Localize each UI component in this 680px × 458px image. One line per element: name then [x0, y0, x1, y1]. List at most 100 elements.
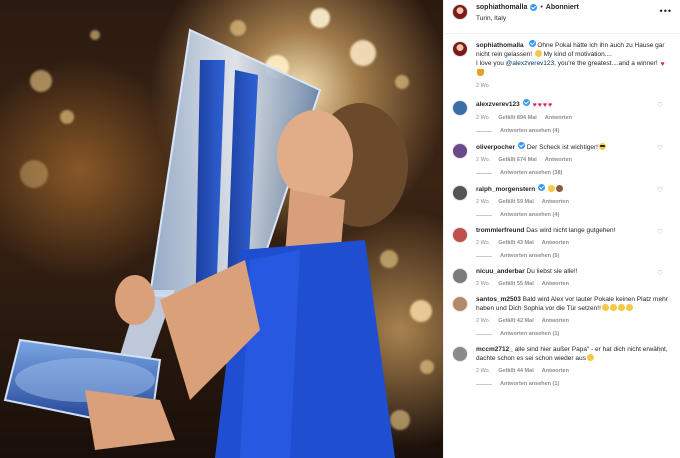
comment-username[interactable]: ralph_morgenstern [476, 186, 535, 193]
avatar[interactable] [452, 296, 468, 312]
comment-text: trommlerfreund Das wird nicht lange gutg… [476, 226, 671, 235]
like-heart-icon[interactable]: ♡ [657, 298, 664, 305]
grin-emoji-icon [534, 50, 542, 57]
reply-button[interactable]: Antworten [542, 368, 569, 374]
heart-emoji-icon: ♥ [532, 102, 537, 109]
like-heart-icon[interactable]: ♡ [657, 187, 664, 194]
caption-username[interactable]: sophiathomalla [476, 42, 524, 49]
like-heart-icon[interactable]: ♡ [657, 348, 664, 355]
caption: sophiathomalla Ohne Pokal hätte ich ihn … [452, 40, 672, 89]
comment-item: trommlerfreund Das wird nicht lange gutg… [452, 226, 672, 259]
avatar[interactable] [452, 185, 468, 201]
comment-likes-link[interactable]: Gefällt 59 Mal [498, 199, 533, 205]
comment-time[interactable]: 2 Wo. [476, 157, 490, 163]
comment-text: ralph_morgenstern [476, 184, 671, 194]
comment-likes-link[interactable]: Gefällt 674 Mal [498, 157, 537, 163]
comment-text: santos_m2503 Bald wird Alex vor lauter P… [476, 295, 671, 313]
follow-status-button[interactable]: Abonniert [546, 4, 579, 11]
comment-likes-link[interactable]: Gefällt 42 Mal [498, 318, 533, 324]
view-replies-button[interactable]: Antworten ansehen (5) [476, 253, 671, 259]
like-heart-icon[interactable]: ♡ [657, 145, 664, 152]
reply-button[interactable]: Antworten [542, 281, 569, 287]
comment-likes-link[interactable]: Gefällt 55 Mal [498, 281, 533, 287]
reply-button[interactable]: Antworten [545, 157, 572, 163]
reply-button[interactable]: Antworten [545, 115, 572, 121]
view-replies-button[interactable]: Antworten ansehen (1) [476, 381, 671, 387]
reply-button[interactable]: Antworten [542, 240, 569, 246]
comment-item: nicuu_anderbar Du liebst sie alle!! 2 Wo.… [452, 267, 672, 287]
comment-text: oliverpocher Der Scheck ist wichtiger! [476, 142, 671, 152]
avatar[interactable] [452, 4, 468, 20]
view-replies-label: Antworten ansehen (38) [500, 170, 563, 176]
comment-item: ralph_morgenstern 2 Wo. Gefällt 59 Mal Ant… [452, 184, 672, 218]
view-replies-button[interactable]: Antworten ansehen (4) [476, 128, 671, 134]
comment-username[interactable]: santos_m2503 [476, 296, 521, 303]
post-header: sophiathomalla • Abonniert Turin, Italy … [444, 0, 680, 34]
like-heart-icon[interactable]: ♡ [657, 229, 664, 236]
comment-text: alexzverev123 ♥♥♥♥ [476, 99, 671, 110]
sunglasses-emoji-icon [599, 143, 606, 150]
comment-time[interactable]: 2 Wo. [476, 281, 490, 287]
comment-likes-link[interactable]: Gefällt 894 Mal [498, 115, 537, 121]
comment-likes-link[interactable]: Gefällt 43 Mal [498, 240, 533, 246]
dot-separator: • [540, 4, 543, 11]
post-username[interactable]: sophiathomalla [476, 4, 527, 11]
comment-item: alexzverev123 ♥♥♥♥ 2 Wo. Gefällt 894 Mal An… [452, 99, 672, 134]
avatar[interactable] [452, 41, 468, 57]
comment-username[interactable]: alexzverev123 [476, 101, 520, 108]
view-replies-label: Antworten ansehen (4) [500, 212, 560, 218]
heart-emoji-icon: ♥ [542, 102, 548, 109]
replies-divider [476, 130, 492, 132]
comment-likes-link[interactable]: Gefällt 44 Mal [498, 368, 533, 374]
like-heart-icon[interactable]: ♡ [657, 270, 664, 277]
comment-username[interactable]: mccm2712_ [476, 346, 513, 353]
verified-badge-icon [528, 40, 536, 47]
reply-button[interactable]: Antworten [542, 199, 569, 205]
comment-time[interactable]: 2 Wo. [476, 199, 490, 205]
view-replies-label: Antworten ansehen (5) [500, 253, 560, 259]
comment-item: santos_m2503 Bald wird Alex vor lauter P… [452, 295, 672, 337]
avatar[interactable] [452, 268, 468, 284]
comment-thread: alexzverev123 ♥♥♥♥ 2 Wo. Gefällt 894 Mal An… [452, 99, 672, 387]
more-horizontal-icon[interactable]: ••• [660, 6, 672, 16]
view-replies-button[interactable]: Antworten ansehen (38) [476, 170, 671, 176]
smiley-emoji-icon [609, 304, 617, 311]
comment-text: nicuu_anderbar Du liebst sie alle!! [476, 267, 671, 276]
comment-username[interactable]: trommlerfreund [476, 227, 524, 234]
avatar[interactable] [452, 143, 468, 159]
comment-body: Das wird nicht lange gutgehen! [526, 227, 616, 234]
reply-button[interactable]: Antworten [542, 318, 569, 324]
replies-divider [476, 255, 492, 257]
post-photo[interactable] [0, 0, 443, 458]
caption-time[interactable]: 2 Wo. [476, 83, 490, 89]
view-replies-label: Antworten ansehen (1) [500, 381, 560, 387]
comment-time[interactable]: 2 Wo. [476, 240, 490, 246]
heart-emoji-icon: ♥ [537, 102, 542, 109]
comment-meta: 2 Wo. Gefällt 44 Mal Antworten [476, 368, 671, 374]
comment-username[interactable]: oliverpocher [476, 144, 515, 151]
verified-badge-icon [538, 184, 546, 191]
comment-time[interactable]: 2 Wo. [476, 318, 490, 324]
post-location[interactable]: Turin, Italy [476, 15, 579, 23]
verified-badge-icon [530, 4, 538, 11]
mention-link[interactable]: @alexzverev123 [506, 60, 555, 67]
view-replies-button[interactable]: Antworten ansehen (1) [476, 331, 671, 337]
avatar[interactable] [452, 227, 468, 243]
avatar[interactable] [452, 346, 468, 362]
comment-text: mccm2712_ alle sind hier außer Papa" - e… [476, 345, 671, 363]
verified-badge-icon [522, 99, 530, 106]
view-replies-button[interactable]: Antworten ansehen (4) [476, 212, 671, 218]
comment-meta: 2 Wo. Gefällt 674 Mal Antworten [476, 157, 671, 163]
comment-item: oliverpocher Der Scheck ist wichtiger! 2 … [452, 142, 672, 176]
comments-list: sophiathomalla Ohne Pokal hätte ich ihn … [444, 34, 680, 387]
avatar[interactable] [452, 100, 468, 116]
heart-emoji-icon: ♥ [660, 61, 665, 68]
comment-meta: 2 Wo. Gefällt 42 Mal Antworten [476, 318, 671, 324]
caption-line-4: , you're the greatest....and a winner! [554, 60, 658, 67]
comment-username[interactable]: nicuu_anderbar [476, 268, 525, 275]
verified-badge-icon [518, 142, 526, 149]
comment-time[interactable]: 2 Wo. [476, 115, 490, 121]
like-heart-icon[interactable]: ♡ [657, 102, 664, 109]
comment-time[interactable]: 2 Wo. [476, 368, 490, 374]
smiley-emoji-icon [586, 354, 594, 361]
